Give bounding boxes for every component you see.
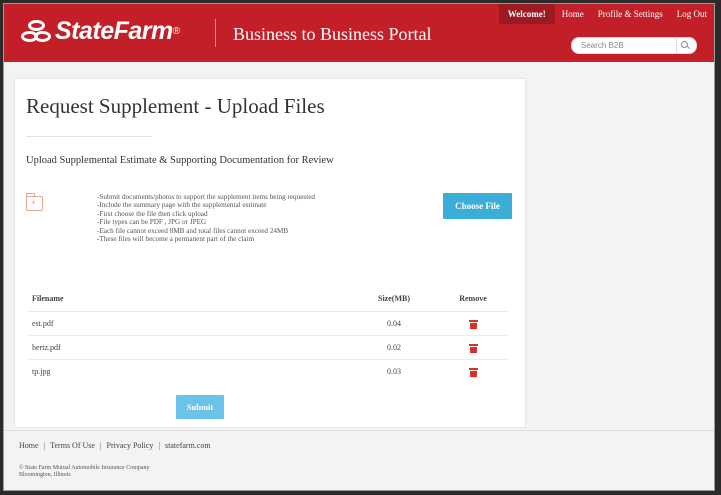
remove-column-header: Remove [439,287,507,312]
table-row: est.pdf 0.04 [29,311,507,336]
file-name-cell: est.pdf [29,311,349,336]
footer-separator: | [158,441,161,450]
trash-icon[interactable] [468,367,478,377]
page-title: Request Supplement - Upload Files [26,94,325,118]
instruction-line: -Submit documents/photos to support the … [97,193,315,201]
table-row: tp.jpg 0.03 [29,359,507,383]
top-nav: Welcome! Home Profile & Settings Log Out [498,4,714,24]
footer-terms-link[interactable]: Terms Of Use [50,441,95,450]
footer-separator: | [43,441,46,450]
trash-icon[interactable] [468,319,478,329]
file-name-cell: hertz.pdf [29,335,349,360]
table-header-row: Filename Size(MB) Remove [29,287,507,312]
file-size-cell: 0.03 [387,366,401,376]
remove-file-cell [439,359,507,383]
registered-mark: ® [172,26,181,37]
file-name-cell: tp.jpg [32,366,51,376]
copyright-location: Bloomington, Illinois [19,472,71,478]
footer-statefarm-link[interactable]: statefarm.com [165,441,211,450]
statefarm-logo[interactable]: StateFarm ® [21,17,180,46]
site-header: StateFarm ® Business to Business Portal … [4,4,714,62]
footer-privacy-link[interactable]: Privacy Policy [107,441,154,450]
search-input[interactable] [572,41,676,50]
three-ovals-logo-icon [21,19,51,44]
instruction-line: -Each file cannot exceed 8MB and total f… [97,226,289,235]
search-box [571,37,697,54]
copyright-line: © State Farm Mutual Automobile Insurance… [19,465,150,471]
copyright-text: © State Farm Mutual Automobile Insurance… [19,465,150,479]
portal-title: Business to Business Portal [233,24,432,44]
instruction-line: -These files will become a permanent par… [97,235,255,244]
instruction-line: -First choose the file then click upload [97,209,208,218]
browser-frame: StateFarm ® Business to Business Portal … [3,3,715,491]
remove-file-cell [439,311,507,336]
search-icon[interactable] [676,38,692,53]
footer-separator: | [99,441,102,450]
logo-text: StateFarm [55,17,173,45]
nav-home-link[interactable]: Home [555,4,591,24]
folder-upload-icon: + [26,193,43,211]
table-row: hertz.pdf 0.02 [29,335,507,360]
nav-logout-link[interactable]: Log Out [670,4,714,24]
file-size-cell: 0.02 [349,335,439,360]
section-subtitle: Upload Supplemental Estimate & Supportin… [26,155,334,166]
title-underline [26,136,152,137]
remove-file-cell [439,335,507,360]
submit-button[interactable]: Submit [176,395,224,419]
footer-home-link[interactable]: Home [19,441,39,450]
instruction-line: -Include the summary page with the suppl… [97,201,267,210]
trash-icon[interactable] [468,343,478,353]
footer-links: Home | Terms Of Use | Privacy Policy | statefa… [19,441,211,450]
nav-profile-settings-link[interactable]: Profile & Settings [591,4,670,24]
instruction-line: -File types can be PDF , JPG or JPEG [97,218,207,227]
header-divider [215,19,216,47]
upload-card: Request Supplement - Upload Files Upload… [14,78,526,428]
file-size-cell: 0.04 [349,311,439,336]
choose-file-button[interactable]: Choose File [443,193,512,219]
upload-instructions: -Submit documents/photos to support the … [97,193,315,243]
size-column-header: Size(MB) [349,287,439,312]
uploaded-files-table: Filename Size(MB) Remove est.pdf 0.04 he… [29,287,507,383]
filename-column-header: Filename [29,287,349,312]
footer-divider [4,430,714,431]
welcome-label: Welcome! [498,4,555,24]
